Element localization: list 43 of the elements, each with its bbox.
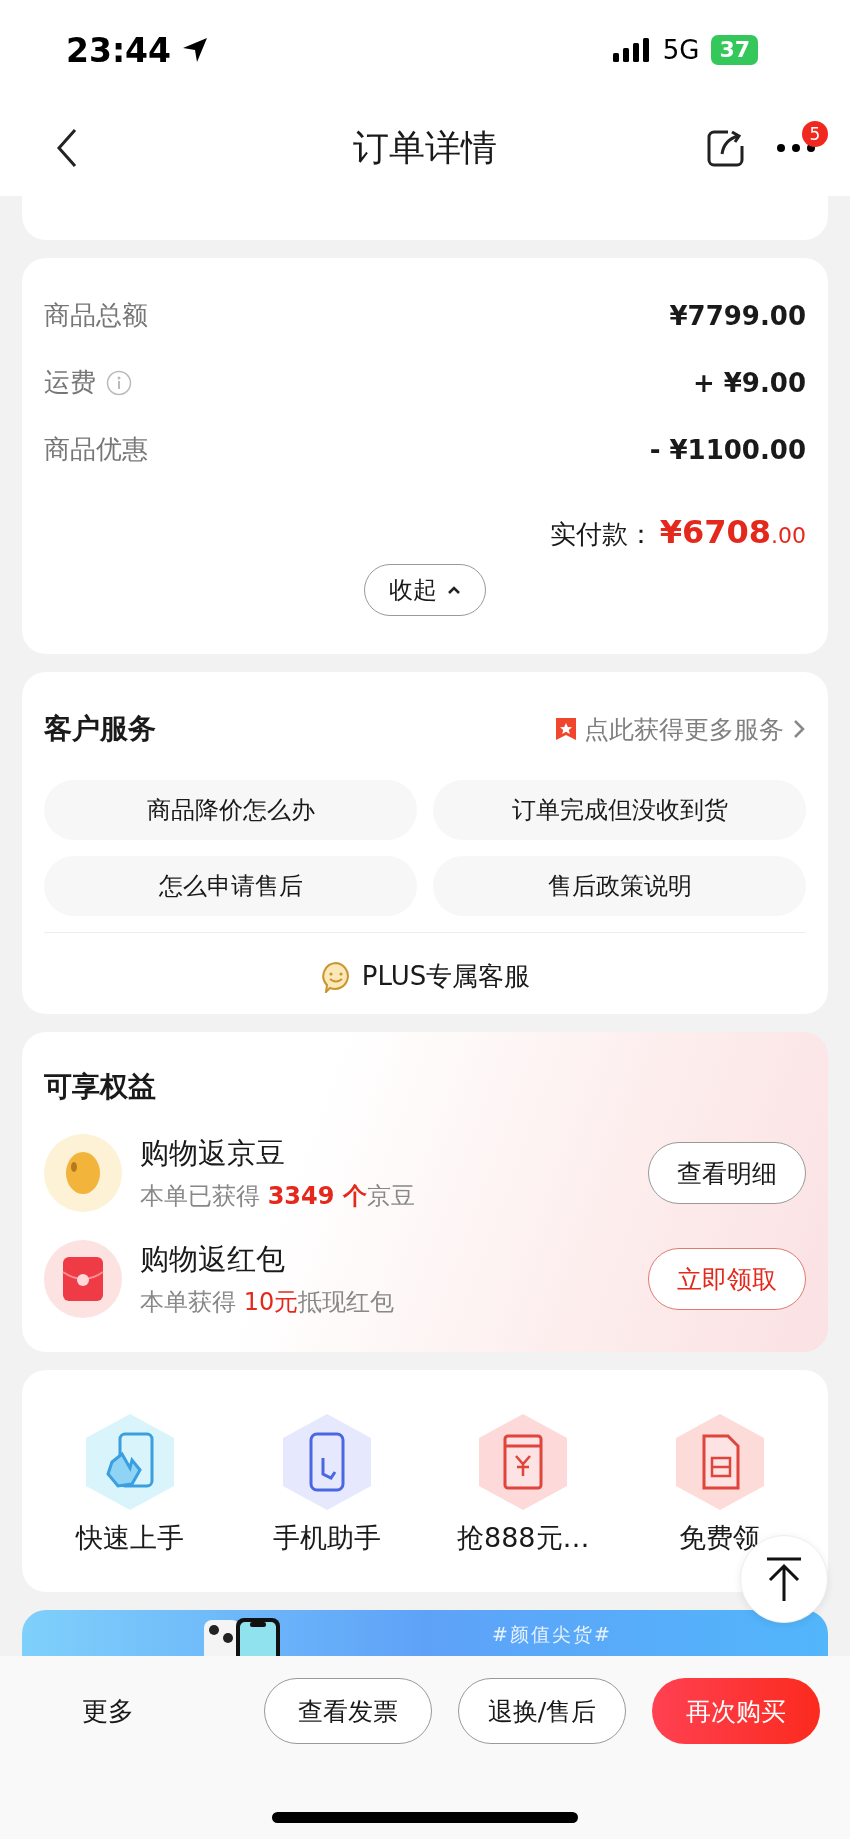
benefit-button[interactable]: 查看明细 <box>648 1142 806 1204</box>
question-chip[interactable]: 售后政策说明 <box>433 856 806 916</box>
signal-icon <box>612 38 651 62</box>
more-services-link[interactable]: 点此获得更多服务 <box>556 712 806 746</box>
plus-service-button[interactable]: PLUS专属客服 <box>313 953 537 1000</box>
question-chip[interactable]: 订单完成但没收到货 <box>433 780 806 840</box>
buy-again-button[interactable]: 再次购买 <box>652 1678 820 1744</box>
arrow-up-icon <box>765 1556 803 1602</box>
price-value: + ¥9.00 <box>692 367 806 398</box>
shortcut-item[interactable]: 快速上手 <box>32 1412 229 1556</box>
notification-badge: 5 <box>802 121 828 147</box>
star-ribbon-icon <box>556 718 576 740</box>
battery-level: 37 <box>711 35 758 65</box>
chevron-right-icon <box>792 718 806 740</box>
collapse-button[interactable]: 收起 <box>364 564 486 616</box>
caret-icon <box>447 585 461 595</box>
benefit-detail: 本单已获得 3349 个京豆 <box>140 1181 416 1212</box>
action-button[interactable]: 退换/售后 <box>458 1678 626 1744</box>
price-label: 商品优惠 <box>44 433 148 466</box>
benefit-title: 购物返红包 <box>140 1241 286 1278</box>
section-title: 可享权益 <box>44 1070 156 1103</box>
benefit-title: 购物返京豆 <box>140 1135 286 1172</box>
page-title: 订单详情 <box>353 125 497 170</box>
shortcut-item[interactable]: 抢888元… <box>425 1412 622 1556</box>
benefit-detail: 本单获得 10元抵现红包 <box>140 1287 396 1318</box>
more-link[interactable]: 更多 <box>78 1689 138 1733</box>
price-label: 运费 <box>44 366 96 399</box>
total-label: 实付款： <box>549 518 654 551</box>
total-amount: ¥6708.00 <box>659 513 806 551</box>
smiley-chat-icon <box>319 960 352 993</box>
question-chip[interactable]: 商品降价怎么办 <box>44 780 417 840</box>
shortcut-item[interactable]: 手机助手 <box>228 1412 425 1556</box>
section-title: 客户服务 <box>44 711 156 747</box>
question-chip[interactable]: 怎么申请售后 <box>44 856 417 916</box>
price-value: - ¥1100.00 <box>649 434 806 465</box>
location-arrow-icon <box>181 36 210 64</box>
banner-tag: #颜值尖货# <box>492 1622 612 1648</box>
action-button[interactable]: 查看发票 <box>264 1678 432 1744</box>
benefit-button[interactable]: 立即领取 <box>648 1248 806 1310</box>
network-type: 5G <box>662 35 700 65</box>
price-value: ¥7799.00 <box>669 300 806 331</box>
clock-time: 23:44 <box>66 30 172 70</box>
price-label: 商品总额 <box>44 299 148 332</box>
